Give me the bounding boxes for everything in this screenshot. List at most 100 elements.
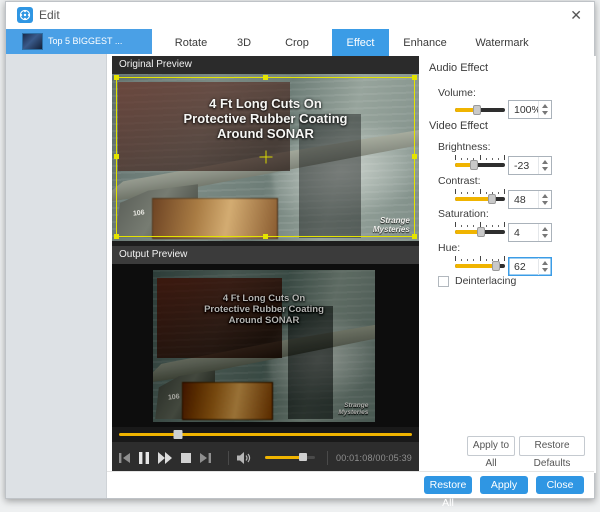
playlist-panel xyxy=(6,29,107,498)
volume-spinbox[interactable] xyxy=(508,100,552,119)
saturation-input[interactable] xyxy=(509,224,538,241)
video-thumbnail xyxy=(22,33,43,50)
hue-slider[interactable] xyxy=(455,264,505,268)
player-volume-slider[interactable] xyxy=(265,456,315,459)
original-preview-video: 106 4 Ft Long Cuts On Protective Rubber … xyxy=(112,74,419,241)
crop-selection-box[interactable] xyxy=(116,77,415,237)
crop-handle-e[interactable] xyxy=(412,154,417,159)
crop-handle-sw[interactable] xyxy=(114,234,119,239)
slider-tick xyxy=(498,192,499,194)
playlist-item-selected[interactable]: Top 5 BIGGEST ... xyxy=(6,29,152,54)
speaker-icon[interactable] xyxy=(237,451,252,465)
player-volume-fill xyxy=(265,456,303,459)
slider-tick xyxy=(455,256,456,261)
spin-up-icon[interactable] xyxy=(542,227,548,231)
slider-tick xyxy=(461,225,462,227)
contrast-thumb[interactable] xyxy=(488,194,496,204)
restore-all-button[interactable]: Restore All xyxy=(424,476,472,494)
stop-icon[interactable] xyxy=(181,452,191,464)
tab-watermark[interactable]: Watermark xyxy=(461,29,543,57)
video-effect-heading: Video Effect xyxy=(429,120,488,132)
spin-down-icon[interactable] xyxy=(542,167,548,171)
restore-defaults-button[interactable]: Restore Defaults xyxy=(519,436,585,456)
slider-tick xyxy=(455,155,456,160)
deinterlacing-label: Deinterlacing xyxy=(455,275,516,287)
inset-photo xyxy=(182,382,273,420)
slider-tick xyxy=(504,256,505,261)
crop-handle-s[interactable] xyxy=(263,234,268,239)
hue-spinner-arrows[interactable] xyxy=(538,258,551,275)
spin-up-icon[interactable] xyxy=(542,104,548,108)
spin-up-icon[interactable] xyxy=(542,194,548,198)
crop-handle-w[interactable] xyxy=(114,154,119,159)
brightness-thumb[interactable] xyxy=(470,160,478,170)
previous-frame-icon[interactable] xyxy=(119,452,130,464)
window-title: Edit xyxy=(39,8,60,22)
slider-tick xyxy=(498,225,499,227)
contrast-slider[interactable] xyxy=(455,197,505,201)
volume-input[interactable] xyxy=(509,101,538,118)
close-button[interactable]: Close xyxy=(536,476,584,494)
slider-tick xyxy=(461,259,462,261)
crop-handle-ne[interactable] xyxy=(412,75,417,80)
spin-up-icon[interactable] xyxy=(542,160,548,164)
crop-handle-nw[interactable] xyxy=(114,75,119,80)
tab-crop[interactable]: Crop xyxy=(262,29,332,57)
brightness-input[interactable] xyxy=(509,157,538,174)
slider-tick xyxy=(455,222,456,227)
seek-bar[interactable] xyxy=(119,433,412,436)
spin-down-icon[interactable] xyxy=(542,201,548,205)
brightness-spinbox[interactable] xyxy=(508,156,552,175)
volume-thumb[interactable] xyxy=(473,105,481,115)
video-caption: 4 Ft Long Cuts On Protective Rubber Coat… xyxy=(153,293,375,327)
fast-forward-icon[interactable] xyxy=(158,452,172,464)
spin-down-icon[interactable] xyxy=(542,268,548,272)
crop-center-crosshair[interactable] xyxy=(259,151,272,164)
next-frame-icon[interactable] xyxy=(200,452,211,464)
player-volume-thumb[interactable] xyxy=(299,453,307,461)
spin-up-icon[interactable] xyxy=(542,261,548,265)
pause-icon[interactable] xyxy=(139,452,149,464)
volume-spinner-arrows[interactable] xyxy=(538,101,551,118)
slider-tick xyxy=(473,192,474,194)
saturation-spinbox[interactable] xyxy=(508,223,552,242)
hue-label: Hue: xyxy=(438,242,460,254)
contrast-spinbox[interactable] xyxy=(508,190,552,209)
hue-thumb[interactable] xyxy=(492,261,500,271)
slider-tick xyxy=(467,259,468,261)
apply-button[interactable]: Apply xyxy=(480,476,528,494)
volume-label: Volume: xyxy=(438,87,476,99)
tab-effect[interactable]: Effect xyxy=(332,29,389,57)
slider-tick xyxy=(498,158,499,160)
controls-separator-2 xyxy=(327,451,328,465)
seek-thumb[interactable] xyxy=(173,430,182,439)
saturation-slider[interactable] xyxy=(455,230,505,234)
audio-effect-heading: Audio Effect xyxy=(429,62,488,74)
tab-enhance[interactable]: Enhance xyxy=(389,29,461,57)
contrast-spinner-arrows[interactable] xyxy=(538,191,551,208)
saturation-spinner-arrows[interactable] xyxy=(538,224,551,241)
hue-spinbox[interactable] xyxy=(508,257,552,276)
slider-tick xyxy=(467,192,468,194)
crop-handle-se[interactable] xyxy=(412,234,417,239)
volume-slider[interactable] xyxy=(455,108,505,112)
saturation-thumb[interactable] xyxy=(477,227,485,237)
spin-down-icon[interactable] xyxy=(542,234,548,238)
original-preview-label: Original Preview xyxy=(112,56,419,74)
close-icon[interactable]: ✕ xyxy=(570,6,582,24)
controls-separator xyxy=(228,451,229,465)
brightness-label: Brightness: xyxy=(438,141,491,153)
slider-tick xyxy=(504,189,505,194)
app-logo-icon xyxy=(17,7,33,23)
brightness-slider[interactable] xyxy=(455,163,505,167)
brightness-spinner-arrows[interactable] xyxy=(538,157,551,174)
seek-bar-row xyxy=(112,427,419,442)
spin-down-icon[interactable] xyxy=(542,111,548,115)
preview-panel: Original Preview 106 4 Ft Long Cuts On P… xyxy=(112,56,419,473)
contrast-input[interactable] xyxy=(509,191,538,208)
deinterlacing-option[interactable]: Deinterlacing xyxy=(438,275,516,287)
hue-input[interactable] xyxy=(509,258,538,275)
deinterlacing-checkbox[interactable] xyxy=(438,276,449,287)
apply-to-all-button[interactable]: Apply to All xyxy=(467,436,515,456)
crop-handle-n[interactable] xyxy=(263,75,268,80)
